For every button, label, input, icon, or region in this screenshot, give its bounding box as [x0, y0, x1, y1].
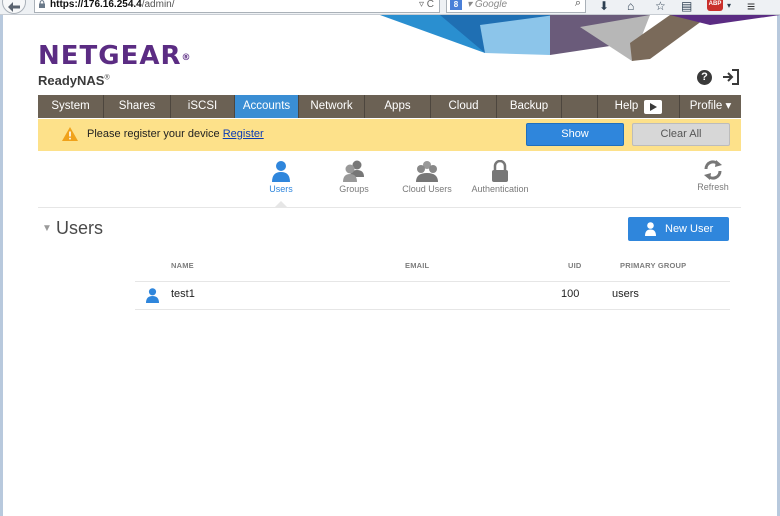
user-icon [146, 288, 159, 303]
nav-iscsi[interactable]: iSCSI [171, 95, 235, 118]
table-row[interactable]: test1 100 users [135, 281, 730, 310]
nav-cloud[interactable]: Cloud [431, 95, 497, 118]
dropdown-icon[interactable]: ▿ [419, 0, 424, 10]
url-actions: ▿ C [419, 0, 434, 11]
nav-system[interactable]: System [38, 95, 104, 118]
header-decoration [380, 15, 780, 61]
nav-accounts[interactable]: Accounts [235, 95, 299, 118]
reload-icon[interactable]: C [427, 0, 434, 10]
nav-shares[interactable]: Shares [104, 95, 171, 118]
tab-authentication-label: Authentication [471, 184, 529, 194]
section-title: Users [56, 218, 104, 238]
video-icon[interactable] [644, 99, 663, 114]
nav-backup[interactable]: Backup [497, 95, 562, 118]
column-header-name[interactable]: NAME [171, 261, 194, 270]
column-header-email[interactable]: EMAIL [405, 261, 429, 270]
back-button[interactable] [2, 0, 26, 14]
lock-icon [492, 160, 508, 182]
column-header-uid[interactable]: UID [568, 261, 582, 270]
bookmark-star-icon[interactable]: ☆ [655, 0, 666, 13]
warning-icon [62, 127, 78, 141]
user-icon [272, 161, 290, 182]
main-navigation: System Shares iSCSI Accounts Network App… [38, 95, 741, 118]
tab-groups-label: Groups [339, 184, 369, 194]
search-placeholder: ▾ Google [467, 0, 508, 10]
new-user-button[interactable]: New User [628, 217, 729, 241]
download-icon[interactable]: ⬇ [599, 0, 609, 13]
new-user-label: New User [665, 223, 714, 235]
nav-help[interactable]: Help [598, 95, 680, 118]
hamburger-menu-icon[interactable]: ≡ [747, 0, 755, 13]
user-primary-group: users [612, 288, 639, 300]
register-link[interactable]: Register [223, 128, 264, 140]
notice-message: Please register your device Register [87, 128, 264, 140]
tab-authentication[interactable]: Authentication [467, 160, 533, 194]
search-bar[interactable]: 8 ▾ Google ⌕ [446, 0, 586, 13]
nav-profile[interactable]: Profile ▾ [680, 95, 741, 118]
registration-notice: Please register your device Register Sho… [38, 119, 741, 151]
tab-users[interactable]: Users [262, 160, 300, 194]
back-arrow-icon [8, 2, 20, 12]
window-frame-left [0, 15, 3, 516]
help-icon[interactable]: ? [697, 70, 712, 85]
nav-apps[interactable]: Apps [365, 95, 431, 118]
browser-toolbar: https://176.16.254.4/admin/ ▿ C 8 ▾ Goog… [0, 0, 780, 15]
lock-icon [39, 0, 45, 8]
user-name: test1 [171, 288, 195, 300]
search-icon[interactable]: ⌕ [575, 0, 581, 10]
product-name: ReadyNAS® [38, 73, 110, 88]
user-uid: 100 [561, 288, 580, 300]
nav-network[interactable]: Network [299, 95, 365, 118]
adblock-icon[interactable]: ABP [707, 0, 723, 11]
show-button[interactable]: Show [526, 123, 624, 146]
adblock-dropdown-icon[interactable]: ▾ [727, 0, 731, 13]
refresh-label: Refresh [697, 182, 729, 192]
tab-cloud-users[interactable]: Cloud Users [398, 160, 456, 194]
subtab-divider [38, 207, 741, 208]
address-bar[interactable]: https://176.16.254.4/admin/ ▿ C [34, 0, 440, 13]
logout-icon[interactable] [722, 69, 740, 85]
groups-icon [343, 160, 364, 182]
netgear-logo: NETGEAR® [38, 41, 192, 71]
url-text: https://176.16.254.4/admin/ [50, 0, 175, 10]
user-icon [645, 222, 656, 236]
nav-spacer [562, 95, 598, 118]
refresh-icon [704, 160, 722, 180]
tab-users-label: Users [269, 184, 293, 194]
tab-groups[interactable]: Groups [334, 160, 374, 194]
search-engine-icon[interactable]: 8 [450, 0, 462, 10]
reading-list-icon[interactable]: ▤ [681, 0, 692, 13]
collapse-toggle-icon[interactable]: ▼ [42, 223, 52, 234]
column-header-primary-group[interactable]: PRIMARY GROUP [620, 261, 686, 270]
home-icon[interactable]: ⌂ [627, 0, 634, 13]
tab-cloud-users-label: Cloud Users [402, 184, 452, 194]
clear-all-button[interactable]: Clear All [632, 123, 730, 146]
cloud-users-icon [416, 161, 438, 182]
refresh-button[interactable]: Refresh [694, 160, 732, 192]
